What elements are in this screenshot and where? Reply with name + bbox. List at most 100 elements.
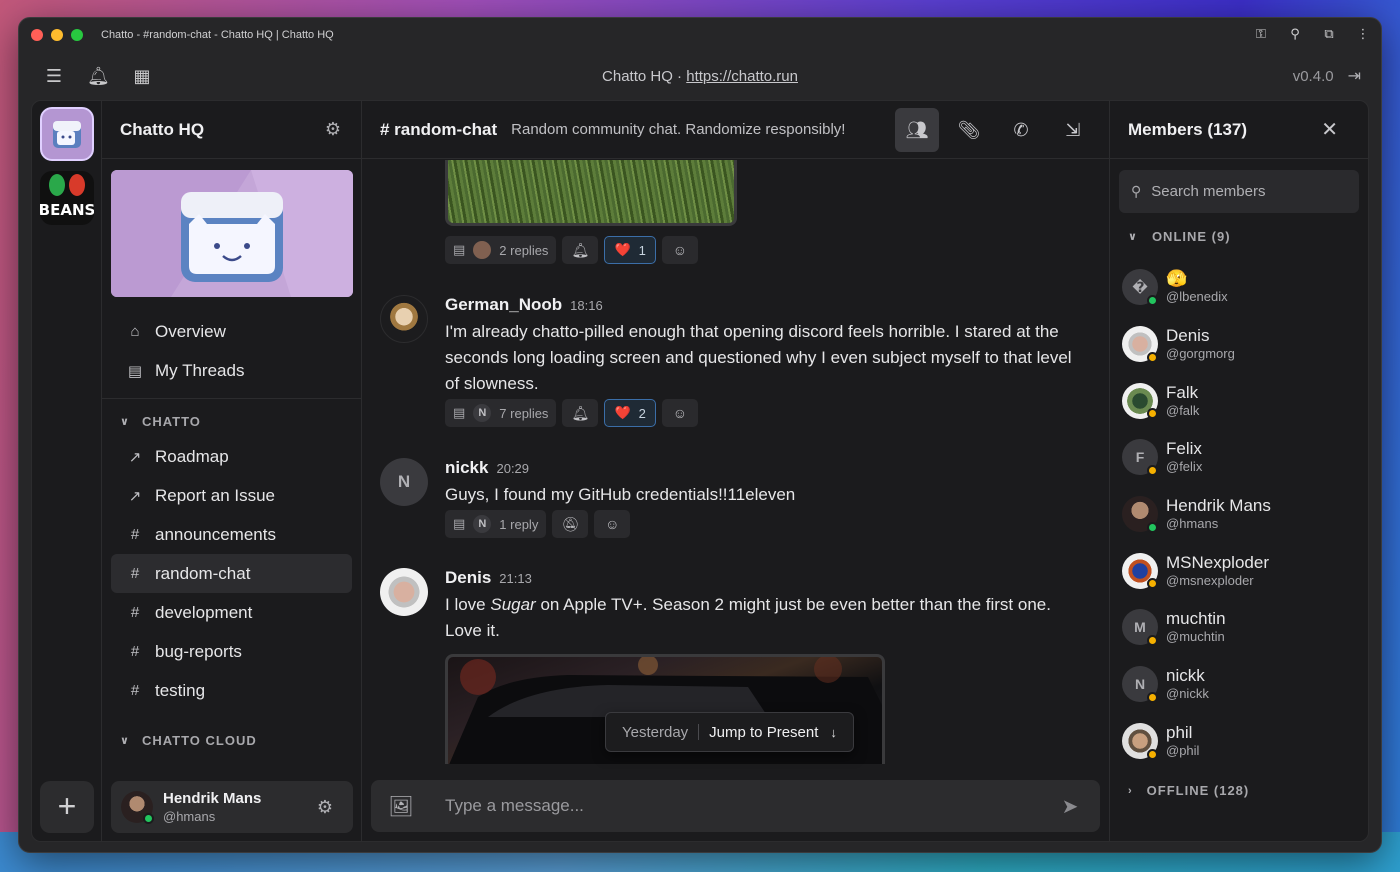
hash-icon: #	[130, 565, 140, 582]
zoom-icon[interactable]: ⚲	[1287, 26, 1303, 42]
member-name: phil	[1166, 722, 1193, 742]
search-members-input[interactable]	[1151, 183, 1342, 200]
link-roadmap[interactable]: ↗ Roadmap	[111, 437, 352, 476]
notifications-bell-icon[interactable]: 🔔︎	[87, 66, 110, 87]
avatar: N	[473, 404, 492, 422]
member-handle: @felix	[1166, 459, 1203, 475]
replies-chip[interactable]: ▤ 2 replies	[445, 236, 557, 264]
online-section-header[interactable]: ∨ ONLINE (9)	[1128, 229, 1231, 244]
status-away-dot	[1147, 465, 1158, 477]
replies-chip[interactable]: ▤ N 7 replies	[445, 399, 557, 427]
section-chatto-cloud[interactable]: ∨ CHATTO CLOUD	[102, 724, 361, 756]
minimize-window-button[interactable]	[51, 29, 63, 41]
maximize-window-button[interactable]	[71, 29, 83, 41]
message-time: 18:16	[570, 298, 603, 313]
member-item[interactable]: M muchtin @muchtin	[1122, 599, 1271, 656]
grid-apps-icon[interactable]: ▦	[131, 66, 153, 87]
divider	[698, 724, 700, 740]
extensions-icon[interactable]: ⧉	[1321, 26, 1337, 42]
member-item[interactable]: F Felix @felix	[1122, 429, 1271, 486]
follow-thread-button[interactable]: 🔔︎	[562, 236, 599, 264]
reaction-heart[interactable]: ❤️ 2	[604, 399, 656, 427]
avatar: N	[380, 458, 428, 506]
send-icon[interactable]: ➤	[1040, 794, 1100, 819]
member-handle: @falk	[1166, 402, 1200, 418]
server-beans[interactable]: BEANS	[40, 171, 94, 225]
divider	[102, 398, 361, 399]
member-item[interactable]: phil @phil	[1122, 713, 1271, 770]
avatar	[380, 568, 428, 616]
key-icon[interactable]: ⚿	[1253, 26, 1269, 42]
channel-header: # random-chat Random community chat. Ran…	[362, 101, 1109, 159]
section-chatto[interactable]: ∨ CHATTO	[102, 405, 361, 437]
offline-section-header[interactable]: › OFFLINE (128)	[1128, 783, 1249, 798]
add-reaction-button[interactable]: ☺	[661, 399, 698, 427]
member-item[interactable]: N nickk @nickk	[1122, 656, 1271, 713]
user-settings-gear-icon[interactable]: ⚙	[317, 797, 333, 818]
jump-to-present-button[interactable]: Jump to Present	[709, 724, 818, 741]
server-header: Chatto HQ ⚙	[102, 101, 361, 159]
attachments-button[interactable]: 📎︎	[947, 108, 991, 152]
leave-channel-button[interactable]: ⇲	[1051, 108, 1095, 152]
member-search: ⚲	[1119, 170, 1359, 213]
reaction-heart[interactable]: ❤️ 1	[604, 236, 656, 264]
jump-to-present-bar[interactable]: Yesterday Jump to Present ↓	[605, 712, 854, 752]
message-author[interactable]: German_Noob	[445, 295, 562, 315]
bell-off-icon: 🔕︎	[561, 515, 580, 532]
current-user-handle: @hmans	[163, 809, 216, 824]
logout-icon[interactable]: ⇥	[1348, 66, 1361, 86]
more-menu-icon[interactable]: ⋮	[1355, 26, 1371, 42]
nav-my-threads[interactable]: ▤ My Threads	[111, 351, 352, 390]
member-item[interactable]: MSNexploder @msnexploder	[1122, 542, 1271, 599]
channel-bug-reports[interactable]: # bug-reports	[111, 632, 352, 671]
message-list[interactable]: ▤ 2 replies 🔔︎ ❤️ 1 ☺ German_Noob 18:16 …	[362, 160, 1109, 769]
call-button[interactable]: ✆	[999, 108, 1043, 152]
message-author[interactable]: nickk	[445, 458, 488, 478]
channel-random-chat[interactable]: # random-chat	[111, 554, 352, 593]
app-bar: ☰ 🔔︎ ▦ Chatto HQ · https://chatto.run v0…	[19, 52, 1381, 100]
hash-icon: #	[130, 643, 140, 660]
channel-announcements-label: announcements	[155, 524, 276, 544]
message-author[interactable]: Denis	[445, 568, 491, 588]
upload-image-icon[interactable]: 🖼︎	[371, 794, 431, 819]
follow-thread-button[interactable]: 🔔︎	[562, 399, 599, 427]
add-server-button[interactable]: +	[40, 781, 94, 833]
replies-chip[interactable]: ▤ N 1 reply	[445, 510, 547, 538]
hamburger-menu-icon[interactable]: ☰	[43, 66, 65, 87]
avatar	[380, 295, 428, 343]
members-toggle-button[interactable]: 👥︎	[895, 108, 939, 152]
unfollow-thread-button[interactable]: 🔕︎	[552, 510, 589, 538]
message-input[interactable]	[445, 796, 1040, 816]
add-reaction-button[interactable]: ☺	[594, 510, 631, 538]
avatar	[473, 241, 492, 259]
channel-announcements[interactable]: # announcements	[111, 515, 352, 554]
message-image-grass[interactable]	[445, 160, 737, 226]
current-user-panel[interactable]: Hendrik Mans @hmans ⚙	[111, 781, 353, 833]
member-item[interactable]: Hendrik Mans @hmans	[1122, 486, 1271, 543]
channel-topic: Random community chat. Randomize respons…	[511, 121, 846, 138]
channel-testing[interactable]: # testing	[111, 671, 352, 710]
window-controls	[31, 29, 83, 41]
hash-icon: #	[130, 604, 140, 621]
status-online-dot	[1147, 295, 1158, 306]
browser-toolbar: ⚿ ⚲ ⧉ ⋮	[1253, 26, 1371, 42]
channel-development[interactable]: # development	[111, 593, 352, 632]
external-link-icon: ↗	[128, 487, 142, 505]
link-report-issue[interactable]: ↗ Report an Issue	[111, 476, 352, 515]
close-icon[interactable]: ✕	[1321, 117, 1338, 142]
close-window-button[interactable]	[31, 29, 43, 41]
chatto-link[interactable]: https://chatto.run	[686, 68, 798, 85]
add-reaction-button[interactable]: ☺	[661, 236, 698, 264]
date-label: Yesterday	[622, 723, 689, 741]
server-settings-gear-icon[interactable]: ⚙	[325, 119, 341, 140]
member-item[interactable]: Falk @falk	[1122, 372, 1271, 429]
nav-overview[interactable]: ⌂ Overview	[111, 312, 352, 351]
chatto-mascot-image	[111, 170, 353, 297]
message-text: on Apple TV+. Season 2 might just be eve…	[445, 595, 1051, 640]
thread-icon: ▤	[453, 516, 466, 531]
status-away-dot	[1147, 408, 1158, 420]
member-item[interactable]: Denis @gorgmorg	[1122, 316, 1271, 373]
svg-text:BEANS: BEANS	[40, 201, 94, 219]
server-chatto-hq[interactable]	[40, 107, 94, 161]
member-item[interactable]: � 🫣 @lbenedix	[1122, 259, 1271, 316]
